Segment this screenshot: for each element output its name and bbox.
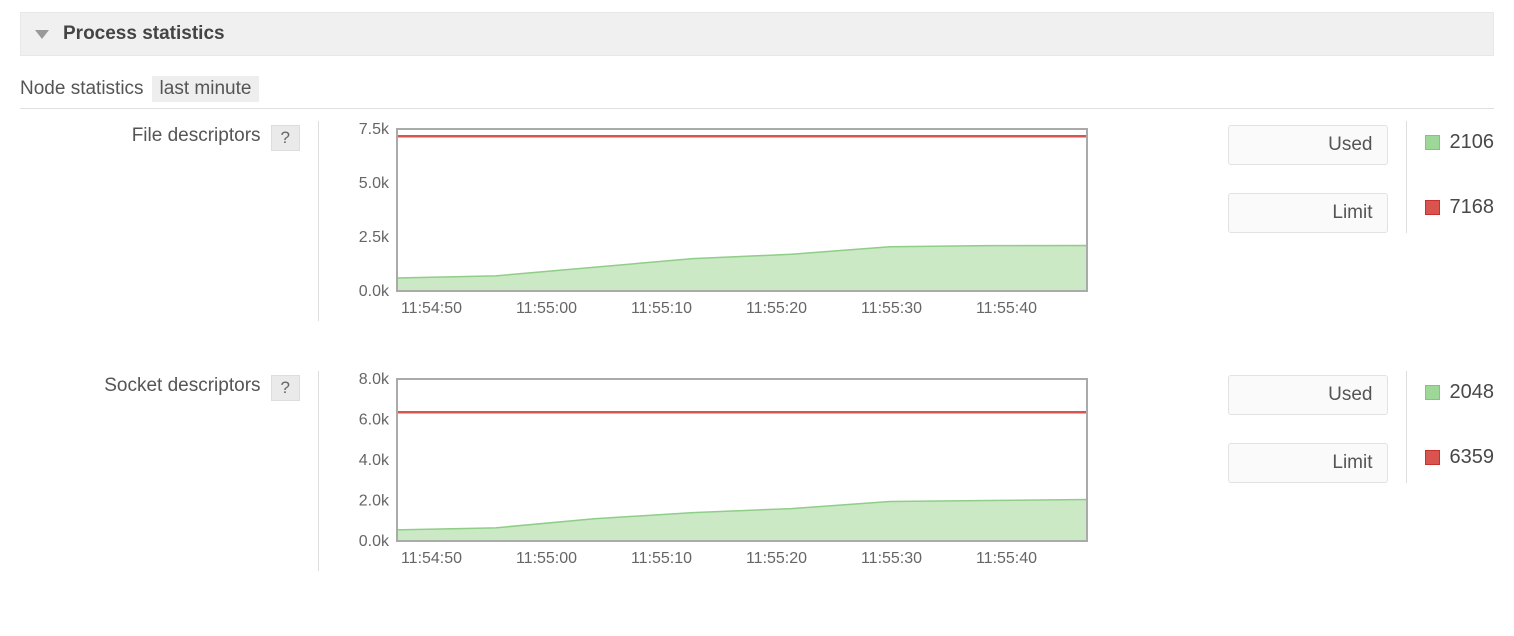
svg-text:11:54:50: 11:54:50	[401, 300, 462, 317]
legend-value-text: 6359	[1450, 446, 1495, 469]
chevron-down-icon	[35, 30, 49, 39]
svg-text:0.0k: 0.0k	[359, 283, 390, 300]
chart-plot-socket-descriptors: 0.0k 2.0k 4.0k 6.0k 8.0k 11:54:50 11:55:00 11:5…	[337, 371, 1097, 571]
legend-button-limit[interactable]: Limit	[1228, 193, 1388, 233]
legend-value-used: 2048	[1425, 381, 1495, 404]
legend-value-limit: 7168	[1425, 196, 1495, 219]
time-range-selector[interactable]: last minute	[152, 76, 260, 102]
svg-text:11:55:30: 11:55:30	[861, 550, 922, 567]
chart-label: Socket descriptors ?	[20, 371, 310, 401]
section-header[interactable]: Process statistics	[20, 12, 1494, 56]
svg-text:2.0k: 2.0k	[359, 493, 390, 510]
swatch-icon	[1425, 135, 1440, 150]
legend-value-used: 2106	[1425, 131, 1495, 154]
legend-button-used[interactable]: Used	[1228, 125, 1388, 165]
help-icon[interactable]: ?	[271, 375, 300, 401]
svg-text:8.0k: 8.0k	[359, 371, 390, 388]
chart-title-text: Socket descriptors	[104, 375, 260, 397]
svg-text:11:55:40: 11:55:40	[976, 550, 1037, 567]
svg-text:11:55:30: 11:55:30	[861, 300, 922, 317]
section-title: Process statistics	[63, 23, 225, 45]
chart-label: File descriptors ?	[20, 121, 310, 151]
chart-plot-file-descriptors: 0.0k 2.5k 5.0k 7.5k 11:54:50 11:55:00 11:55:10…	[337, 121, 1097, 321]
svg-text:11:55:10: 11:55:10	[631, 550, 692, 567]
svg-text:11:55:20: 11:55:20	[746, 550, 807, 567]
legend-value-text: 2048	[1450, 381, 1495, 404]
swatch-icon	[1425, 385, 1440, 400]
legend-button-limit[interactable]: Limit	[1228, 443, 1388, 483]
legend: Used Limit 2048 6359	[1228, 371, 1495, 483]
svg-text:0.0k: 0.0k	[359, 533, 390, 550]
subheader: Node statistics last minute	[20, 76, 1494, 109]
svg-text:11:55:00: 11:55:00	[516, 550, 577, 567]
chart-row-file-descriptors: File descriptors ? 0.0k 2.5k 5.0k 7.5k 11:54…	[20, 121, 1494, 321]
vertical-separator	[1406, 121, 1407, 233]
svg-text:5.0k: 5.0k	[359, 175, 390, 192]
chart-row-socket-descriptors: Socket descriptors ? 0.0k 2.0k 4.0k 6.0k 8.0…	[20, 371, 1494, 571]
legend-value-text: 2106	[1450, 131, 1495, 154]
legend-button-used[interactable]: Used	[1228, 375, 1388, 415]
svg-text:11:55:20: 11:55:20	[746, 300, 807, 317]
svg-text:11:55:10: 11:55:10	[631, 300, 692, 317]
swatch-icon	[1425, 450, 1440, 465]
vertical-separator	[318, 121, 319, 321]
subheader-label: Node statistics	[20, 78, 144, 100]
swatch-icon	[1425, 200, 1440, 215]
legend: Used Limit 2106 7168	[1228, 121, 1495, 233]
svg-text:4.0k: 4.0k	[359, 452, 390, 469]
svg-text:11:55:00: 11:55:00	[516, 300, 577, 317]
svg-text:7.5k: 7.5k	[359, 121, 390, 138]
svg-text:11:55:40: 11:55:40	[976, 300, 1037, 317]
svg-text:6.0k: 6.0k	[359, 412, 390, 429]
svg-text:11:54:50: 11:54:50	[401, 550, 462, 567]
svg-text:2.5k: 2.5k	[359, 229, 390, 246]
vertical-separator	[1406, 371, 1407, 483]
legend-value-limit: 6359	[1425, 446, 1495, 469]
legend-value-text: 7168	[1450, 196, 1495, 219]
chart-title-text: File descriptors	[132, 125, 261, 147]
vertical-separator	[318, 371, 319, 571]
help-icon[interactable]: ?	[271, 125, 300, 151]
